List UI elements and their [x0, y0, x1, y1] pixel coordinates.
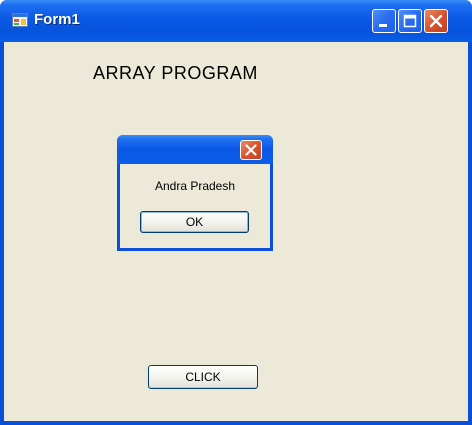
close-button[interactable]	[424, 9, 448, 33]
click-button[interactable]: CLICK	[148, 365, 258, 389]
minimize-button[interactable]	[372, 9, 396, 33]
close-icon	[245, 144, 257, 156]
message-box-client: Andra Pradesh OK	[120, 164, 270, 248]
message-box-titlebar[interactable]	[117, 135, 273, 164]
close-icon	[429, 14, 443, 28]
ok-button[interactable]: OK	[140, 211, 249, 233]
window-bottom-border	[0, 421, 472, 425]
maximize-button[interactable]	[398, 9, 422, 33]
maximize-icon	[403, 14, 417, 28]
message-box-bottom-border	[117, 248, 273, 251]
form-app-icon	[12, 13, 28, 27]
window-title: Form1	[34, 11, 80, 28]
minimize-icon	[379, 24, 387, 27]
message-text: Andra Pradesh	[154, 179, 236, 193]
window-titlebar[interactable]: Form1	[0, 0, 472, 42]
array-program-label: ARRAY PROGRAM	[93, 63, 258, 83]
message-box: Andra Pradesh OK	[117, 135, 273, 251]
message-box-close-button[interactable]	[240, 140, 262, 160]
